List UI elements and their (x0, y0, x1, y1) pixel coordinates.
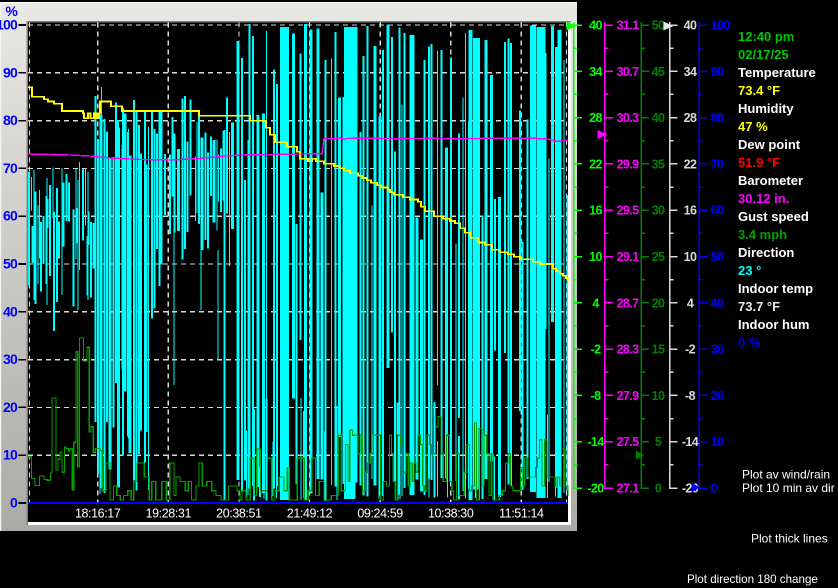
svg-text:Plot direction 180 change: Plot direction 180 change (687, 573, 818, 586)
svg-text:35: 35 (652, 157, 665, 171)
svg-text:4: 4 (687, 296, 694, 310)
svg-text:40: 40 (652, 111, 665, 125)
svg-text:30.3: 30.3 (617, 111, 640, 125)
svg-text:60: 60 (3, 208, 18, 224)
svg-text:20:38:51: 20:38:51 (216, 507, 262, 521)
svg-text:50: 50 (711, 250, 724, 264)
svg-text:70: 70 (711, 157, 724, 171)
svg-text:20: 20 (711, 389, 724, 403)
svg-text:30.12 in.: 30.12 in. (738, 191, 789, 206)
svg-text:-8: -8 (685, 389, 696, 403)
svg-text:-2: -2 (591, 343, 602, 357)
svg-text:70: 70 (3, 160, 18, 176)
svg-text:100: 100 (711, 19, 731, 33)
svg-text:27.9: 27.9 (617, 389, 640, 403)
svg-text:47 %: 47 % (738, 119, 768, 134)
svg-text:40: 40 (684, 19, 697, 33)
svg-text:Humidity: Humidity (738, 101, 794, 116)
svg-text:0: 0 (711, 482, 718, 496)
svg-text:30: 30 (652, 204, 665, 218)
svg-text:10: 10 (711, 435, 724, 449)
svg-text:21:49:12: 21:49:12 (287, 507, 333, 521)
svg-text:22: 22 (589, 157, 602, 171)
svg-text:10: 10 (684, 250, 697, 264)
svg-text:40: 40 (589, 19, 602, 33)
svg-text:4: 4 (592, 296, 599, 310)
svg-text:28.7: 28.7 (617, 296, 640, 310)
svg-text:25: 25 (652, 250, 665, 264)
svg-text:100: 100 (0, 17, 18, 33)
svg-text:-14: -14 (682, 435, 699, 449)
svg-text:0: 0 (655, 482, 662, 496)
svg-text:15: 15 (652, 343, 665, 357)
svg-text:-2: -2 (685, 343, 696, 357)
svg-text:Plot av wind/rain: Plot av wind/rain (742, 468, 830, 482)
svg-text:27.1: 27.1 (617, 482, 640, 496)
svg-text:51.9 °F: 51.9 °F (738, 155, 780, 170)
svg-text:90: 90 (711, 65, 724, 79)
svg-text:80: 80 (3, 112, 18, 128)
svg-text:0 %: 0 % (738, 335, 761, 350)
svg-text:29.9: 29.9 (617, 157, 640, 171)
svg-text:23 °: 23 ° (738, 263, 761, 278)
svg-text:27.5: 27.5 (617, 435, 640, 449)
svg-text:29.5: 29.5 (617, 204, 640, 218)
svg-text:10:38:30: 10:38:30 (428, 507, 474, 521)
svg-text:5: 5 (655, 435, 662, 449)
svg-text:18:16:17: 18:16:17 (75, 507, 121, 521)
svg-text:3.4 mph: 3.4 mph (738, 227, 787, 242)
svg-text:20: 20 (3, 399, 18, 415)
svg-text:34: 34 (684, 65, 697, 79)
svg-text:50: 50 (652, 19, 665, 33)
svg-text:34: 34 (589, 65, 602, 79)
svg-text:20: 20 (652, 296, 665, 310)
svg-text:-14: -14 (587, 435, 604, 449)
svg-text:60: 60 (711, 204, 724, 218)
svg-text:Direction: Direction (738, 245, 794, 260)
svg-text:40: 40 (711, 296, 724, 310)
svg-text:50: 50 (3, 256, 18, 272)
svg-text:02/17/25: 02/17/25 (738, 47, 789, 62)
svg-text:22: 22 (684, 157, 697, 171)
svg-text:12:40 pm: 12:40 pm (738, 29, 794, 44)
svg-text:Temperature: Temperature (738, 65, 816, 80)
svg-text:Barometer: Barometer (738, 173, 803, 188)
svg-text:30: 30 (3, 351, 18, 367)
svg-text:73.4 °F: 73.4 °F (738, 83, 780, 98)
svg-text:16: 16 (589, 204, 602, 218)
svg-text:28: 28 (589, 111, 602, 125)
svg-text:Plot 10 min av dir: Plot 10 min av dir (742, 481, 835, 495)
svg-text:40: 40 (3, 303, 18, 319)
svg-text:09:24:59: 09:24:59 (357, 507, 403, 521)
svg-text:10: 10 (652, 389, 665, 403)
svg-text:Gust speed: Gust speed (738, 209, 809, 224)
svg-text:31.1: 31.1 (617, 19, 640, 33)
svg-text:-20: -20 (587, 482, 604, 496)
svg-text:29.1: 29.1 (617, 250, 640, 264)
svg-text:28: 28 (684, 111, 697, 125)
svg-text:11:51:14: 11:51:14 (499, 507, 544, 521)
svg-text:10: 10 (589, 250, 602, 264)
svg-text:Indoor hum: Indoor hum (738, 317, 810, 332)
svg-text:Indoor temp: Indoor temp (738, 281, 813, 296)
svg-text:Dew point: Dew point (738, 137, 801, 152)
svg-text:10: 10 (3, 447, 18, 463)
svg-text:30.7: 30.7 (617, 65, 640, 79)
svg-text:28.3: 28.3 (617, 343, 640, 357)
svg-text:80: 80 (711, 111, 724, 125)
svg-text:-8: -8 (591, 389, 602, 403)
svg-text:19:28:31: 19:28:31 (146, 507, 192, 521)
svg-text:30: 30 (711, 343, 724, 357)
svg-text:16: 16 (684, 204, 697, 218)
svg-text:Plot thick lines: Plot thick lines (751, 532, 828, 546)
svg-text:0: 0 (10, 495, 18, 511)
svg-text:73.7 °F: 73.7 °F (738, 299, 780, 314)
svg-text:45: 45 (652, 65, 665, 79)
svg-text:90: 90 (3, 64, 18, 80)
